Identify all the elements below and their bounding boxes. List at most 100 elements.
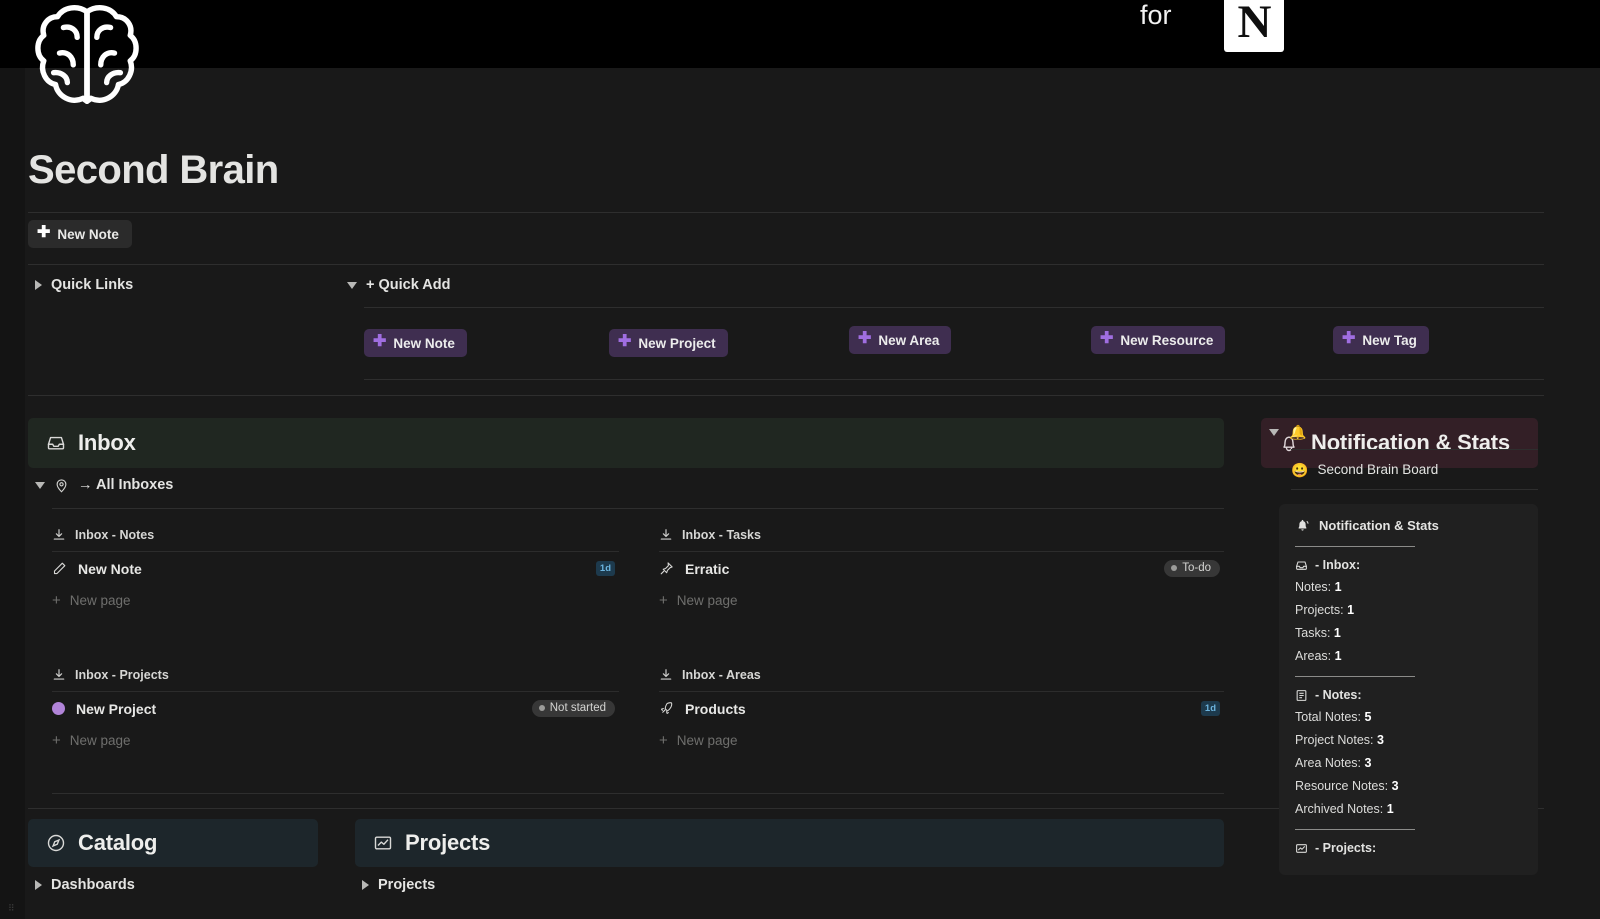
quick-add-toggle[interactable]: + Quick Add (347, 277, 450, 293)
download-icon (52, 528, 66, 542)
plus-icon: + (52, 591, 61, 609)
plus-icon: ✚ (1342, 330, 1356, 347)
status-badge-label: To-do (1182, 562, 1211, 574)
chevron-right-icon[interactable] (362, 880, 369, 890)
table-row[interactable]: New Project Not started (52, 692, 619, 725)
inbox-section-header[interactable]: Inbox (28, 418, 1224, 468)
divider (1295, 546, 1415, 547)
divider (1295, 676, 1415, 677)
inbox-notes-title-label: Inbox - Notes (75, 528, 155, 542)
new-page-button[interactable]: + New page (52, 725, 619, 755)
cover-banner: for N (0, 0, 1600, 68)
projects-section-header[interactable]: Projects (355, 819, 1224, 867)
inbox-projects-title-label: Inbox - Projects (75, 668, 169, 682)
new-page-button[interactable]: + New page (52, 585, 619, 615)
inbox-tray-icon (1295, 559, 1308, 572)
divider-quick-add-bottom (364, 379, 1544, 380)
inbox-notes-title[interactable]: Inbox - Notes (52, 528, 619, 551)
catalog-section-header[interactable]: Catalog (28, 819, 318, 867)
projects-section-title: Projects (405, 830, 491, 855)
left-gutter: ⠿ (0, 68, 25, 919)
status-badge-label: Not started (549, 702, 606, 714)
stats-group-heading-inbox: - Inbox: (1295, 558, 1522, 572)
divider (1291, 449, 1538, 450)
projects-toggle[interactable]: Projects (362, 877, 435, 893)
inbox-areas-title[interactable]: Inbox - Areas (659, 668, 1224, 691)
notion-logo-letter: N (1237, 0, 1272, 48)
pin-icon (659, 561, 674, 576)
stat-label: Project Notes: (1295, 733, 1374, 747)
stats-group-heading-inbox-label: - Inbox: (1315, 558, 1361, 572)
resize-handle-dots[interactable]: ⠿ (8, 903, 18, 914)
notifications-bell-toggle[interactable]: 🔔 (1261, 425, 1538, 439)
table-row[interactable]: New Note 1d (52, 552, 619, 585)
pencil-icon (52, 561, 67, 576)
quick-add-new-project-button[interactable]: ✚ New Project (609, 329, 728, 357)
divider-all-inboxes (52, 508, 1224, 509)
dashboards-label: Dashboards (51, 877, 135, 893)
plus-icon: + (52, 731, 61, 749)
inbox-tray-icon (46, 433, 66, 453)
smiley-emoji-icon: 😀 (1291, 461, 1309, 478)
row-title: Erratic (685, 560, 730, 577)
status-dot-icon (1171, 565, 1178, 571)
quick-links-toggle[interactable]: Quick Links (35, 277, 133, 293)
quick-add-new-tag-button[interactable]: ✚ New Tag (1333, 326, 1429, 354)
divider-above-inbox (28, 395, 1544, 396)
date-badge: 1d (595, 561, 615, 576)
all-inboxes-toggle[interactable]: → All Inboxes (35, 477, 173, 493)
second-brain-board-link[interactable]: 😀 Second Brain Board (1291, 462, 1538, 477)
chevron-down-icon[interactable] (35, 481, 45, 489)
stat-line: Notes: 1 (1295, 580, 1522, 594)
stat-line: Areas: 1 (1295, 649, 1522, 663)
quick-links-label: Quick Links (51, 277, 134, 293)
notification-stats-card[interactable]: Notification & Stats - Inbox: Notes: 1 P… (1279, 504, 1538, 875)
bell-ring-icon (1295, 518, 1310, 533)
stat-line: Total Notes: 5 (1295, 710, 1522, 724)
quick-add-new-area-label: New Area (878, 332, 940, 348)
chevron-down-icon[interactable] (347, 281, 357, 289)
divider (1295, 829, 1415, 830)
plus-icon: ✚ (618, 333, 632, 350)
stat-line: Archived Notes: 1 (1295, 802, 1522, 816)
download-icon (659, 528, 673, 542)
stat-value: 3 (1391, 779, 1399, 793)
inbox-tasks-title-label: Inbox - Tasks (682, 528, 761, 542)
stat-line: Resource Notes: 3 (1295, 779, 1522, 793)
stat-value: 3 (1377, 733, 1384, 747)
status-badge: Not started (531, 700, 615, 717)
new-note-button[interactable]: ✚ New Note (28, 220, 132, 248)
inbox-projects-title[interactable]: Inbox - Projects (52, 668, 619, 691)
notification-stats-card-title: Notification & Stats (1295, 518, 1522, 533)
chevron-right-icon[interactable] (35, 280, 42, 290)
quick-add-new-note-button[interactable]: ✚ New Note (364, 329, 467, 357)
new-page-button[interactable]: + New page (659, 725, 1224, 755)
table-row[interactable]: Products 1d (659, 692, 1224, 725)
plus-icon: ✚ (1100, 330, 1114, 347)
new-note-button-label: New Note (57, 226, 119, 242)
all-inboxes-label: → All Inboxes (78, 477, 174, 493)
quick-add-new-resource-button[interactable]: ✚ New Resource (1091, 326, 1226, 354)
new-page-label: New page (676, 732, 738, 748)
rocket-icon (659, 701, 674, 716)
notion-logo: N (1224, 0, 1284, 52)
stat-value: 1 (1334, 649, 1342, 663)
chevron-down-icon[interactable] (1269, 428, 1279, 436)
inbox-tasks-title[interactable]: Inbox - Tasks (659, 528, 1224, 551)
quick-add-new-resource-label: New Resource (1120, 332, 1214, 348)
projects-toggle-label: Projects (378, 877, 436, 893)
quick-add-new-project-label: New Project (638, 335, 716, 351)
dashboards-toggle[interactable]: Dashboards (35, 877, 135, 893)
catalog-section-title: Catalog (78, 830, 158, 855)
stat-line: Project Notes: 3 (1295, 733, 1522, 747)
purple-circle-icon (52, 702, 65, 715)
download-icon (52, 668, 66, 682)
quick-add-new-area-button[interactable]: ✚ New Area (849, 326, 952, 354)
new-page-label: New page (676, 592, 738, 608)
second-brain-page: for N ⠿ Second Brain ✚ New Note Quick Li… (0, 0, 1600, 919)
new-page-button[interactable]: + New page (659, 585, 1224, 615)
brain-icon (28, 2, 146, 112)
stat-value: 1 (1386, 802, 1394, 816)
table-row[interactable]: Erratic To-do (659, 552, 1224, 585)
chevron-right-icon[interactable] (35, 880, 42, 890)
